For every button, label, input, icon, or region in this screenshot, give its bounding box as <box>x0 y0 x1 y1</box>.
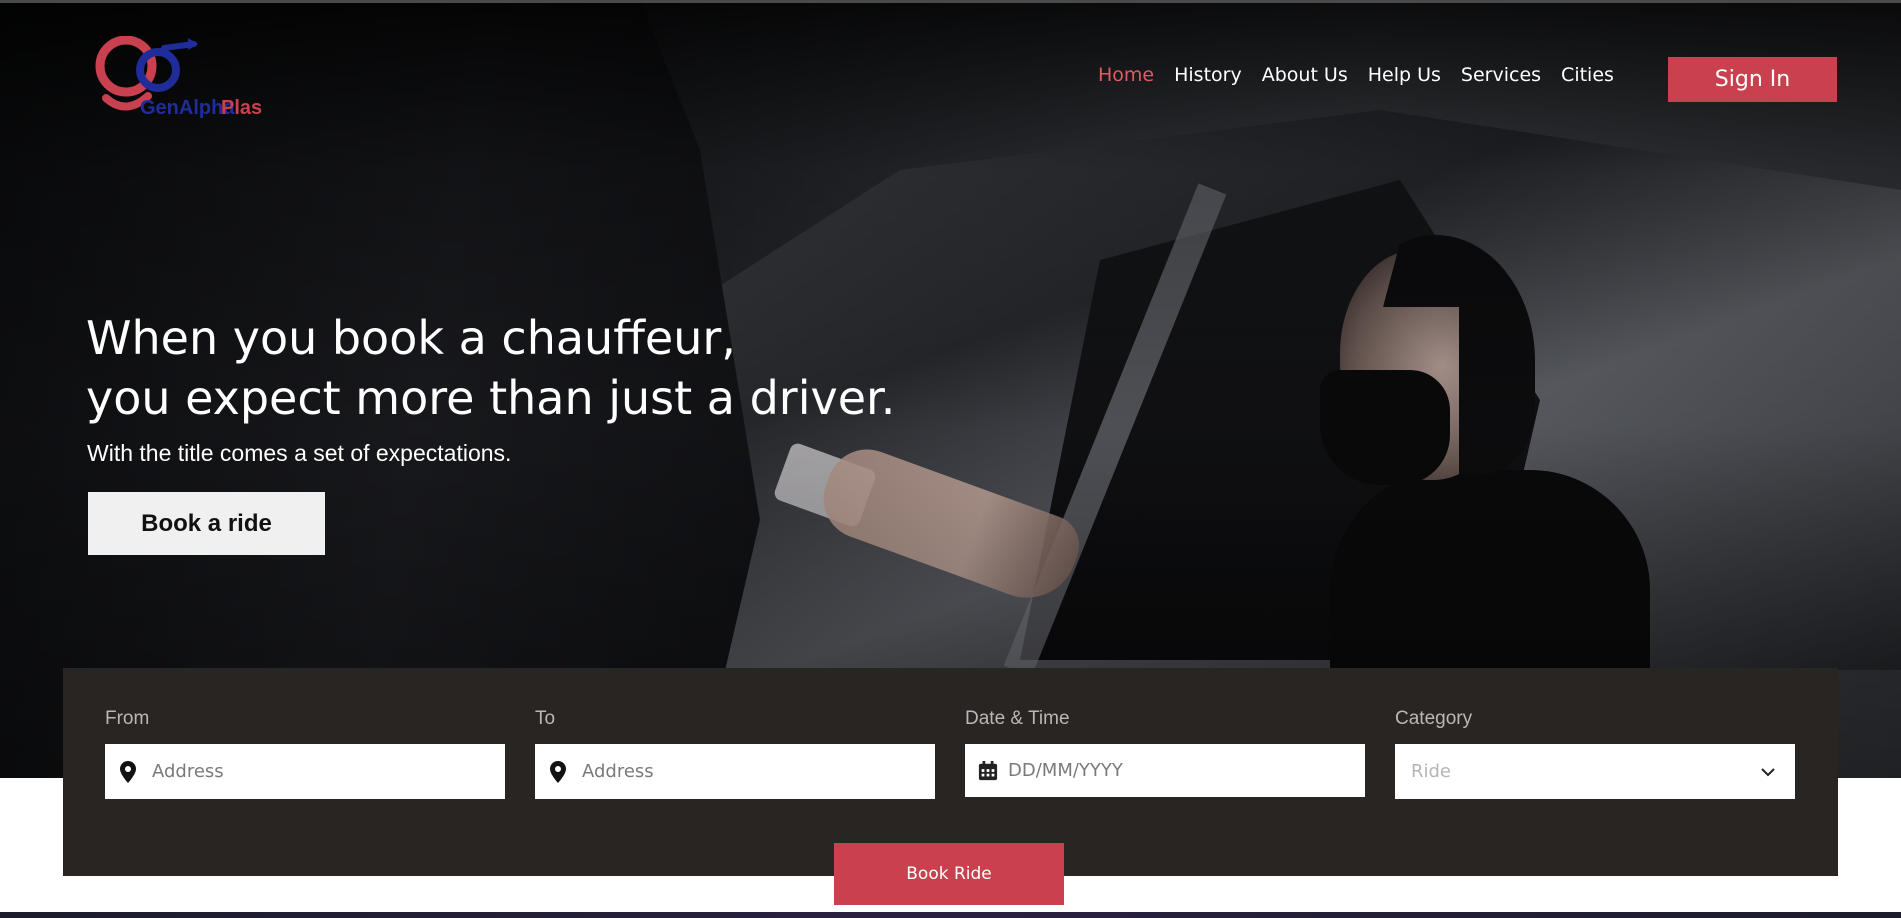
location-pin-icon <box>118 760 138 784</box>
nav-cities[interactable]: Cities <box>1561 64 1614 86</box>
from-address-input[interactable] <box>152 761 472 782</box>
nav-home[interactable]: Home <box>1098 64 1154 86</box>
calendar-icon <box>978 759 998 783</box>
nav-help-us[interactable]: Help Us <box>1368 64 1441 86</box>
from-label: From <box>105 708 150 729</box>
top-border <box>0 0 1901 3</box>
nav-history[interactable]: History <box>1174 64 1242 86</box>
datetime-field[interactable] <box>965 744 1365 797</box>
location-pin-icon <box>548 760 568 784</box>
book-ride-submit-button[interactable]: Book Ride <box>834 843 1064 905</box>
sign-in-button[interactable]: Sign In <box>1668 57 1837 102</box>
hero-subline: With the title comes a set of expectatio… <box>87 440 512 466</box>
to-label: To <box>535 708 556 729</box>
logo-text-part2: Plas <box>221 97 262 119</box>
hero-headline-line1: When you book a chauffeur, <box>86 311 736 365</box>
nav-about-us[interactable]: About Us <box>1262 64 1348 86</box>
page: GenAlpha Plas Home History About Us Help… <box>0 0 1901 918</box>
to-address-input[interactable] <box>582 761 902 782</box>
nav-services[interactable]: Services <box>1461 64 1541 86</box>
main-nav: Home History About Us Help Us Services C… <box>1098 64 1634 86</box>
brand-logo[interactable]: GenAlpha Plas <box>86 35 301 122</box>
category-label: Category <box>1395 708 1473 729</box>
datetime-label: Date & Time <box>965 708 1070 729</box>
to-field[interactable] <box>535 744 935 799</box>
logo-mark-icon: GenAlpha Plas <box>95 35 262 119</box>
hero-headline: When you book a chauffeur, you expect mo… <box>86 308 895 428</box>
category-select[interactable]: Ride <box>1395 744 1795 799</box>
date-time-input[interactable] <box>1008 760 1328 781</box>
chevron-down-icon <box>1759 763 1777 781</box>
hero-headline-line2: you expect more than just a driver. <box>86 371 896 425</box>
category-selected-value: Ride <box>1411 761 1452 782</box>
book-a-ride-button[interactable]: Book a ride <box>88 492 325 555</box>
from-field[interactable] <box>105 744 505 799</box>
bottom-strip <box>0 912 1901 918</box>
